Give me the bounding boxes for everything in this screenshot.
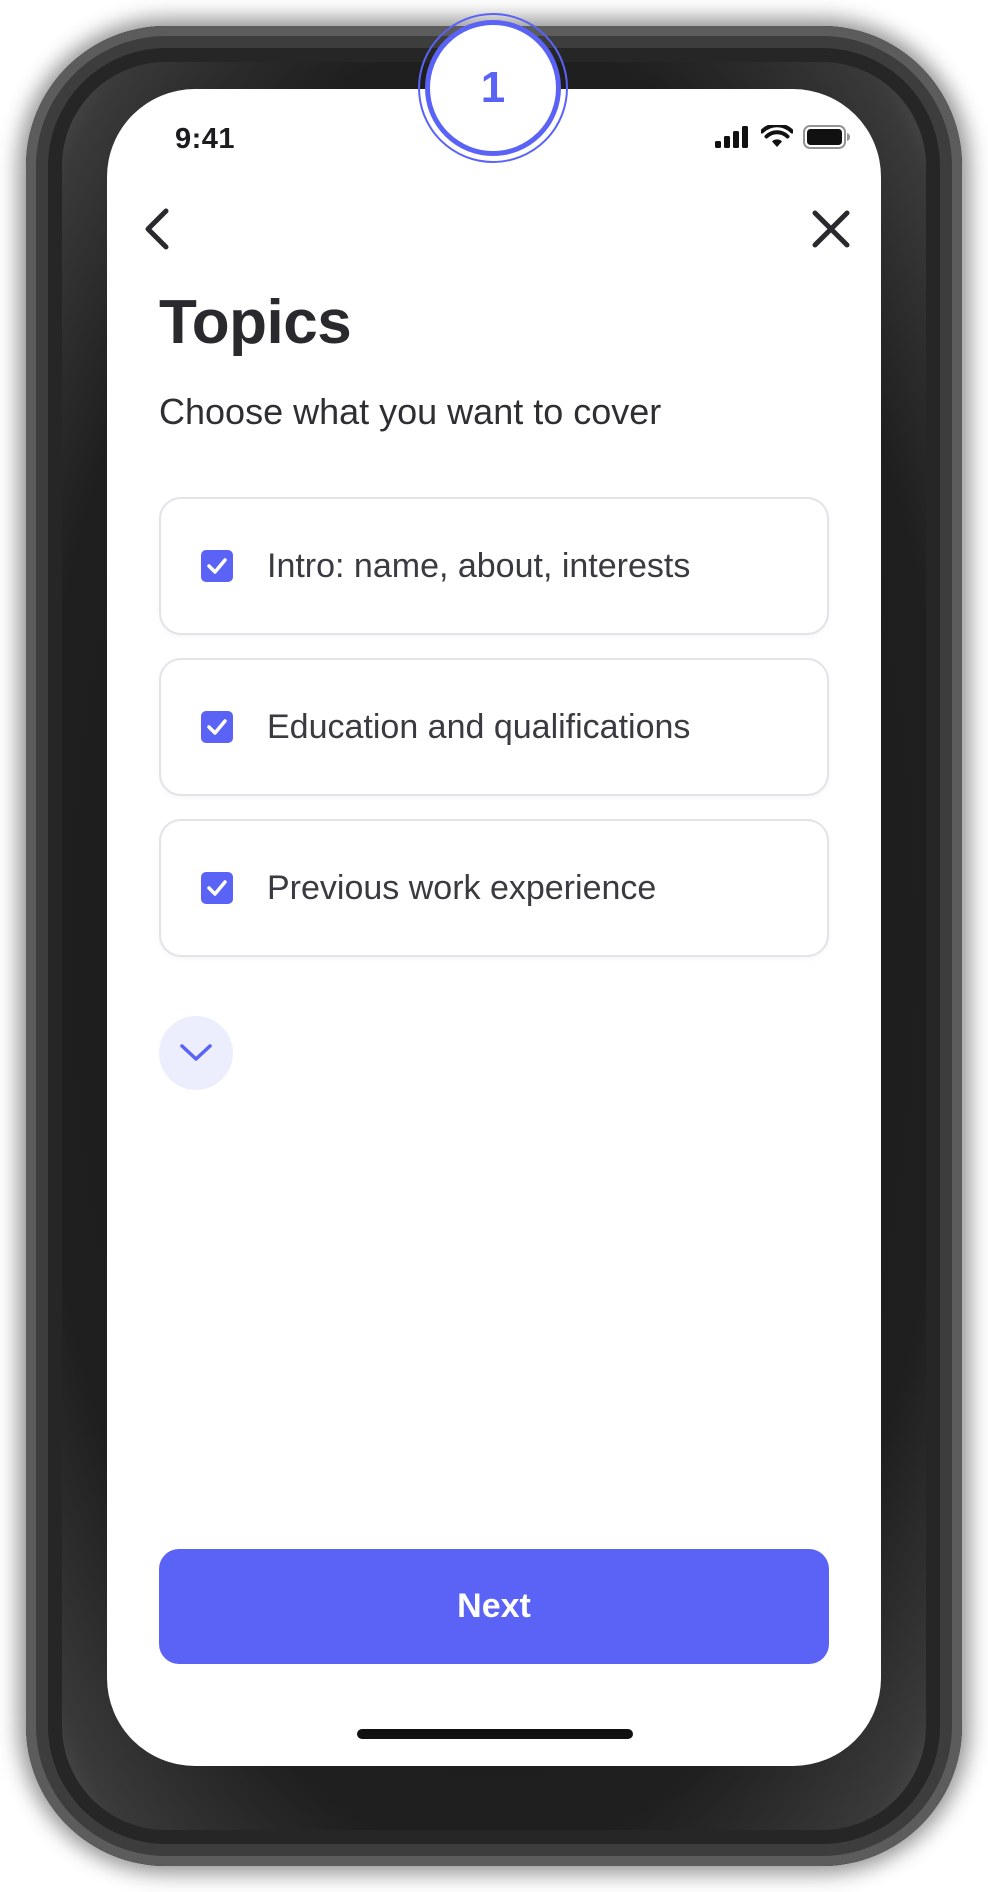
back-button[interactable] bbox=[129, 201, 185, 257]
chevron-left-icon bbox=[145, 208, 169, 250]
checkmark-icon bbox=[207, 558, 227, 574]
page-subtitle: Choose what you want to cover bbox=[159, 391, 662, 432]
home-indicator[interactable] bbox=[357, 1729, 633, 1739]
topic-item[interactable]: Intro: name, about, interests bbox=[159, 497, 829, 635]
battery-icon bbox=[803, 125, 850, 149]
close-button[interactable] bbox=[803, 201, 859, 257]
phone-screen: 9:41 Topics Choose what you want to cove… bbox=[107, 89, 881, 1766]
topic-label: Intro: name, about, interests bbox=[267, 546, 691, 585]
status-icons bbox=[715, 125, 851, 149]
status-time: 9:41 bbox=[175, 123, 236, 155]
topic-label: Previous work experience bbox=[267, 868, 657, 907]
show-more-topics-button[interactable] bbox=[159, 1016, 233, 1090]
topic-item[interactable]: Education and qualifications bbox=[159, 658, 829, 796]
topic-item[interactable]: Previous work experience bbox=[159, 819, 829, 957]
checkmark-icon bbox=[207, 880, 227, 896]
stage: 9:41 Topics Choose what you want to cove… bbox=[0, 0, 988, 1892]
close-icon bbox=[812, 210, 850, 248]
checkmark-icon bbox=[207, 719, 227, 735]
topic-checkbox[interactable] bbox=[201, 872, 233, 904]
chevron-down-icon bbox=[180, 1044, 212, 1061]
topic-list: Intro: name, about, interests Education … bbox=[159, 497, 829, 980]
cellular-signal-icon bbox=[715, 126, 748, 148]
topic-label: Education and qualifications bbox=[267, 707, 691, 746]
wifi-icon bbox=[761, 125, 793, 147]
topic-checkbox[interactable] bbox=[201, 711, 233, 743]
next-button[interactable]: Next bbox=[159, 1549, 829, 1664]
page-title: Topics bbox=[159, 288, 352, 357]
step-badge: 1 bbox=[418, 13, 568, 163]
topic-checkbox[interactable] bbox=[201, 550, 233, 582]
step-number: 1 bbox=[425, 20, 561, 156]
